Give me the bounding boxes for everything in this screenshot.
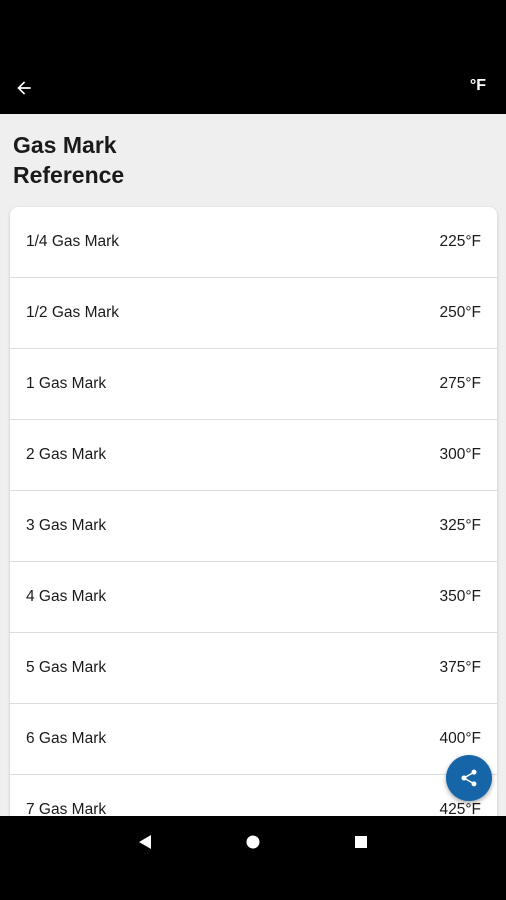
unit-toggle-button[interactable]: °F	[470, 77, 486, 95]
triangle-back-icon	[139, 835, 151, 849]
gas-mark-label: 7 Gas Mark	[26, 801, 107, 816]
temperature-value: 275°F	[439, 375, 481, 392]
gas-mark-row[interactable]: 3 Gas Mark 325°F	[10, 491, 497, 562]
gas-mark-label: 3 Gas Mark	[26, 517, 107, 534]
gas-mark-row[interactable]: 6 Gas Mark 400°F	[10, 704, 497, 775]
temperature-value: 325°F	[439, 517, 481, 534]
temperature-value: 375°F	[439, 659, 481, 676]
temperature-value: 225°F	[439, 233, 481, 250]
nav-home-button[interactable]	[235, 824, 271, 860]
page-title: Gas Mark Reference	[13, 132, 125, 188]
temperature-value: 400°F	[439, 730, 481, 747]
nav-back-button[interactable]	[127, 824, 163, 860]
gas-mark-list: 1/4 Gas Mark 225°F 1/2 Gas Mark 250°F 1 Gas …	[10, 207, 497, 816]
gas-mark-row[interactable]: 1/2 Gas Mark 250°F	[10, 278, 497, 349]
share-icon	[461, 769, 477, 787]
gas-mark-row[interactable]: 4 Gas Mark 350°F	[10, 562, 497, 633]
app-bar: °F	[0, 62, 506, 114]
gas-mark-label: 1/4 Gas Mark	[26, 233, 120, 250]
gas-mark-row[interactable]: 5 Gas Mark 375°F	[10, 633, 497, 704]
gas-mark-row[interactable]: 7 Gas Mark 425°F	[10, 775, 497, 816]
content-area[interactable]: Gas Mark Reference 1/4 Gas Mark 225°F 1/2 …	[0, 114, 506, 816]
gas-mark-row[interactable]: 2 Gas Mark 300°F	[10, 420, 497, 491]
status-bar	[0, 0, 506, 62]
system-nav-bar	[0, 816, 506, 900]
temperature-value: 300°F	[439, 446, 481, 463]
gas-mark-label: 5 Gas Mark	[26, 659, 107, 676]
gas-mark-row[interactable]: 1 Gas Mark 275°F	[10, 349, 497, 420]
gas-mark-label: 4 Gas Mark	[26, 588, 107, 605]
nav-recents-button[interactable]	[343, 824, 379, 860]
share-button[interactable]	[446, 755, 492, 801]
gas-mark-label: 6 Gas Mark	[26, 730, 107, 747]
arrow-left-icon	[17, 81, 31, 95]
circle-home-icon	[246, 835, 260, 849]
gas-mark-label: 2 Gas Mark	[26, 446, 107, 463]
square-recents-icon	[355, 836, 367, 848]
gas-mark-label: 1 Gas Mark	[26, 375, 107, 392]
back-button[interactable]	[12, 76, 36, 100]
gas-mark-row[interactable]: 1/4 Gas Mark 225°F	[10, 207, 497, 278]
gas-mark-label: 1/2 Gas Mark	[26, 304, 120, 321]
temperature-value: 250°F	[439, 304, 481, 321]
temperature-value: 350°F	[439, 588, 481, 605]
temperature-value: 425°F	[439, 801, 481, 816]
